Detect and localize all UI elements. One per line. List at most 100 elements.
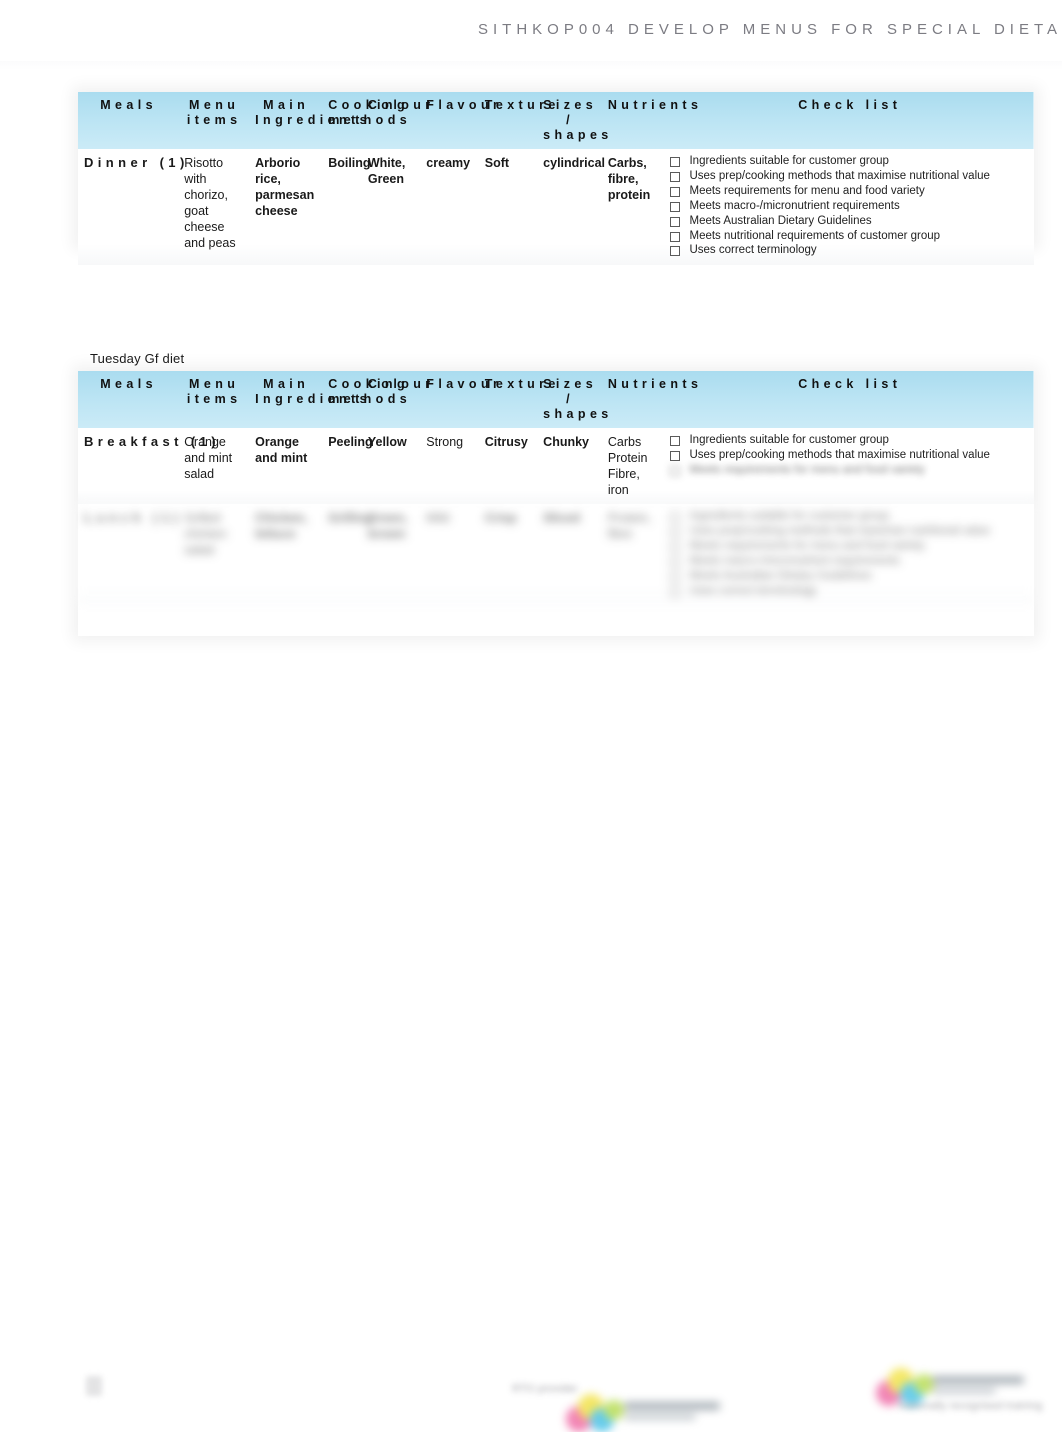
checkbox-icon[interactable] [670, 216, 681, 227]
checklist-item-label: Uses correct terminology [689, 584, 817, 597]
checklist-item-label: Meets Australian Dietary Guidelines [689, 214, 872, 227]
checklist-item-label: Meets Australian Dietary Guidelines [689, 569, 872, 582]
checkbox-icon[interactable] [670, 450, 681, 461]
checkbox-icon[interactable] [670, 541, 681, 552]
cell-meal: Breakfast (1) [78, 428, 216, 504]
checklist: Ingredients suitable for customer group U… [670, 434, 1029, 477]
checklist-item[interactable]: Meets Australian Dietary Guidelines [670, 570, 1029, 583]
menu-table-2: Meals Menu items Main Ingredients Cookin… [78, 371, 1034, 636]
checklist-item[interactable]: Ingredients suitable for customer group [670, 155, 1029, 168]
cell-ingredients: Chicken, lettuce [249, 504, 323, 606]
checklist-item[interactable]: Uses prep/cooking methods that maximise … [670, 449, 1029, 462]
column-header-texture: Texture [484, 98, 560, 112]
cell-colour: White, Green [361, 149, 421, 266]
checklist-item[interactable]: Meets requirements for menu and food var… [670, 540, 1029, 553]
cell-nutrients: Carbs, fibre, protein [601, 149, 665, 266]
checklist-item-label: Meets nutritional requirements of custom… [689, 229, 941, 242]
checklist-item-label: Ingredients suitable for customer group [689, 434, 889, 446]
checkbox-icon[interactable] [670, 512, 681, 522]
accreditation-caption: Nationally recognised training [898, 1400, 1043, 1412]
cell-cooking-method: Peeling [322, 428, 373, 504]
menu-table-1-grid: Meals Menu items Main Ingredients Cookin… [78, 92, 1034, 266]
table-row: Breakfast (1) Orange and mint salad Oran… [78, 428, 1034, 504]
checkbox-icon[interactable] [670, 246, 681, 257]
column-header-cooking-methods: Cooking methods [328, 377, 412, 406]
table-1-header-row: Meals Menu items Main Ingredients Cookin… [78, 92, 1034, 149]
checklist-item-label: Uses prep/cooking methods that maximise … [689, 169, 990, 182]
header-divider [0, 61, 1062, 70]
cell-meal: Dinner (1) [78, 149, 184, 266]
document-page: SITHKOP004 DEVELOP MENUS FOR SPECIAL DIE… [0, 0, 1062, 1432]
column-header-texture: Texture [484, 377, 560, 391]
checkbox-icon[interactable] [670, 436, 681, 446]
checkbox-icon[interactable] [670, 157, 681, 167]
cell-menu-item: Risotto with chorizo, goat cheese and pe… [178, 149, 250, 266]
document-footer: RTO provider Nationally recognised train… [0, 680, 1062, 1432]
checklist-item[interactable]: Meets macro-/micronutrient requirements [670, 200, 1029, 213]
organisation-logo [560, 1388, 740, 1432]
table-row: Lunch (1) Grilled chicken salad Chicken,… [78, 504, 1034, 606]
checkbox-icon[interactable] [670, 201, 681, 212]
checklist-item[interactable]: Meets Australian Dietary Guidelines [670, 215, 1029, 228]
checklist-item[interactable]: Ingredients suitable for customer group [670, 510, 1029, 523]
checklist-item-label: Uses prep/cooking methods that maximise … [689, 524, 990, 537]
cell-size-shape: Sliced [537, 504, 602, 606]
column-header-cooking-methods: Cooking methods [328, 98, 412, 127]
checklist-item[interactable]: Uses correct terminology [670, 585, 1029, 598]
checklist-item-label: Ingredients suitable for customer group [689, 155, 889, 167]
checklist-item-label: Uses prep/cooking methods that maximise … [689, 448, 990, 461]
checklist-item[interactable]: Meets nutritional requirements of custom… [670, 230, 1029, 243]
column-header-meals: Meals [100, 98, 157, 112]
cell-ingredients: Orange and mint [249, 428, 323, 504]
cell-texture: Citrusy [478, 428, 538, 504]
cell-meal: Lunch (1) [78, 504, 179, 606]
cell-menu-item: Grilled chicken salad [178, 504, 250, 606]
checklist-item-label: Meets requirements for menu and food var… [689, 539, 925, 552]
section-label-tuesday: Tuesday Gf diet [90, 351, 185, 366]
checklist: Ingredients suitable for customer group U… [670, 510, 1029, 598]
cell-ingredients: Arborio rice, parmesan cheese [249, 149, 323, 266]
cell-cooking-method: Boiling [322, 149, 371, 266]
column-header-flavour: Flavour [426, 98, 503, 112]
cell-flavour: Mild [420, 504, 479, 606]
column-header-check-list: Check list [798, 377, 902, 391]
checklist-item[interactable]: Uses prep/cooking methods that maximise … [670, 525, 1029, 538]
cell-flavour: Strong [420, 428, 479, 504]
document-header: SITHKOP004 DEVELOP MENUS FOR SPECIAL DIE… [0, 0, 1062, 62]
cell-size-shape: Chunky [537, 428, 602, 504]
checkbox-icon[interactable] [670, 171, 681, 182]
checklist-item[interactable]: Uses correct terminology [670, 244, 1029, 257]
column-header-sizes-shapes: Sizes / shapes [543, 98, 613, 142]
checkbox-icon[interactable] [670, 186, 681, 197]
column-header-menu-items: Menu items [186, 377, 242, 406]
checklist-item[interactable]: Uses prep/cooking methods that maximise … [670, 170, 1029, 183]
checklist-item[interactable]: Meets requirements for menu and food var… [670, 185, 1029, 198]
cell-texture: Soft [478, 149, 538, 266]
checkbox-icon[interactable] [670, 586, 681, 597]
checkbox-icon[interactable] [670, 526, 681, 537]
cell-texture: Crisp [478, 504, 538, 606]
column-header-main-ingredients: Main Ingredients [255, 377, 371, 406]
checklist: Ingredients suitable for customer group U… [670, 155, 1029, 258]
column-header-meals: Meals [100, 377, 157, 391]
checkbox-icon[interactable] [670, 571, 681, 582]
cell-nutrients: Carbs Protein Fibre, iron [601, 428, 665, 504]
checklist-item[interactable]: Meets requirements for menu and food var… [670, 464, 1029, 477]
column-header-flavour: Flavour [426, 377, 503, 391]
column-header-main-ingredients: Main Ingredients [255, 98, 371, 127]
cell-checklist: Ingredients suitable for customer group U… [664, 428, 1034, 504]
cell-checklist: Ingredients suitable for customer group U… [664, 504, 1034, 606]
checklist-item[interactable]: Meets macro-/micronutrient requirements [670, 555, 1029, 568]
column-header-check-list: Check list [798, 98, 902, 112]
header-title: SITHKOP004 DEVELOP MENUS FOR SPECIAL DIE… [478, 21, 1062, 38]
cell-menu-item: Orange and mint salad [178, 428, 250, 504]
checklist-item[interactable]: Ingredients suitable for customer group [670, 434, 1029, 447]
checkbox-icon[interactable] [670, 556, 681, 567]
menu-table-1: Meals Menu items Main Ingredients Cookin… [78, 92, 1034, 266]
checklist-item-label: Uses correct terminology [689, 244, 817, 257]
cell-colour: Green, brown [361, 504, 421, 606]
cell-flavour: creamy [420, 149, 479, 266]
checkbox-icon[interactable] [670, 465, 681, 476]
cell-checklist: Ingredients suitable for customer group U… [664, 149, 1034, 266]
checkbox-icon[interactable] [670, 231, 681, 242]
